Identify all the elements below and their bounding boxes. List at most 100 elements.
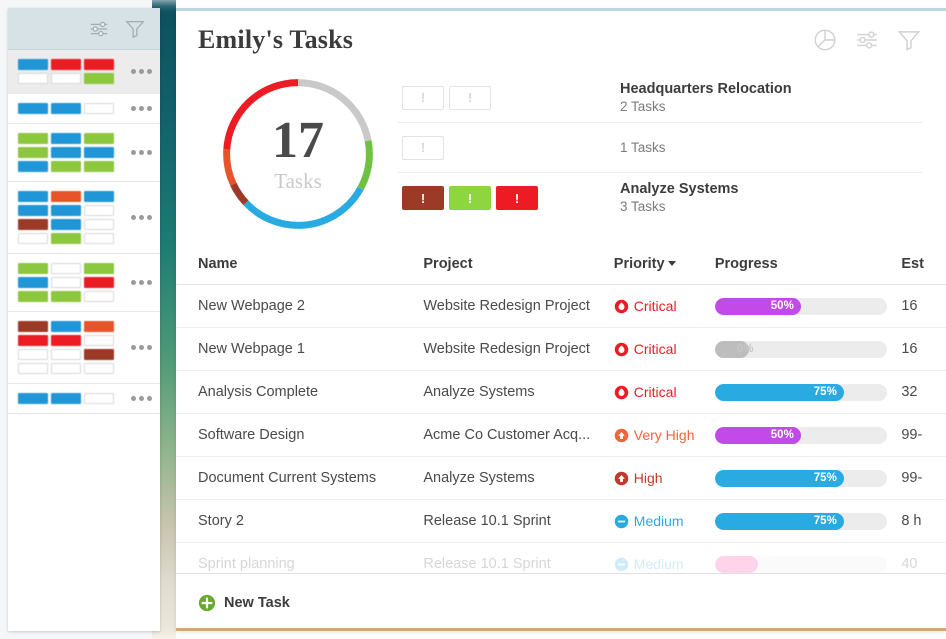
sidebar-color-block <box>51 291 81 302</box>
cell-priority: Medium <box>614 556 715 572</box>
sidebar-color-block <box>84 277 114 288</box>
priority-label: Critical <box>633 341 677 357</box>
sidebar-card-blocks <box>18 59 123 84</box>
dot <box>147 345 152 350</box>
sidebar-color-block <box>51 191 81 202</box>
sidebar-color-block <box>18 335 48 346</box>
sidebar-card[interactable] <box>8 182 160 254</box>
sidebar-card-blocks <box>18 103 123 114</box>
progress-bar-track[interactable]: 0% <box>714 340 887 358</box>
main-header: Emily's Tasks <box>176 11 946 65</box>
progress-percent-label: 75% <box>813 515 837 527</box>
sidebar-card[interactable] <box>8 50 160 94</box>
table-row[interactable]: Story 2 Release 10.1 Sprint Medium 75% 8 h <box>176 500 946 543</box>
cell-project: Analyze Systems <box>423 470 535 486</box>
dot <box>139 396 144 401</box>
progress-percent-label: 50% <box>770 429 794 441</box>
sidebar-color-block <box>18 321 48 332</box>
sidebar-card[interactable] <box>8 312 160 384</box>
sidebar-color-block <box>51 133 81 144</box>
more-options-icon[interactable] <box>123 345 152 350</box>
progress-bar-track[interactable]: 75% <box>714 512 887 530</box>
priority-label: High <box>633 470 663 486</box>
priority-badge[interactable]: ! <box>402 135 444 160</box>
progress-bar-track[interactable]: 50% <box>714 426 887 444</box>
cell-progress: 50% <box>714 297 902 315</box>
more-options-icon[interactable] <box>123 396 152 401</box>
sidebar-color-block <box>84 205 114 216</box>
sidebar-color-block <box>84 349 114 360</box>
cell-name: Software Design <box>198 427 305 443</box>
column-header-label: Est <box>901 255 924 272</box>
sidebar-color-block <box>51 263 81 274</box>
sidebar-color-block <box>18 219 48 230</box>
progress-bar-track[interactable]: 50% <box>714 297 887 315</box>
sidebar-color-block <box>51 205 81 216</box>
pie-chart-icon[interactable] <box>812 27 838 53</box>
table-row[interactable]: New Webpage 2 Website Redesign Project Cri… <box>176 285 946 328</box>
critical-flame-icon <box>614 299 629 314</box>
sidebar-color-block <box>51 147 81 158</box>
progress-bar-track[interactable] <box>714 555 887 573</box>
sidebar-card-blocks <box>18 263 123 302</box>
table-row[interactable]: Document Current Systems Analyze Systems H… <box>176 457 946 500</box>
summary-row[interactable]: !! Headquarters Relocation 2 Tasks <box>398 73 922 123</box>
priority-badge[interactable]: ! <box>402 85 444 110</box>
priority-label: Very High <box>633 427 695 443</box>
summary-row[interactable]: !!! Analyze Systems 3 Tasks <box>398 173 922 223</box>
progress-percent-label: 0% <box>736 343 754 355</box>
priority-badge[interactable]: ! <box>402 186 444 210</box>
sliders-icon[interactable] <box>88 18 110 40</box>
column-header-name[interactable]: Name <box>198 256 423 272</box>
dot <box>139 280 144 285</box>
cell-project: Release 10.1 Sprint <box>423 513 551 529</box>
more-options-icon[interactable] <box>123 215 152 220</box>
exclamation-icon: ! <box>467 190 473 206</box>
column-header-priority[interactable]: Priority <box>614 256 715 272</box>
donut-count: 17 <box>272 111 324 169</box>
sliders-icon[interactable] <box>854 27 880 53</box>
sidebar-color-block <box>84 147 114 158</box>
filter-icon[interactable] <box>124 18 146 40</box>
sidebar-color-block <box>84 335 114 346</box>
table-row[interactable]: Software Design Acme Co Customer Acq... Ve… <box>176 414 946 457</box>
progress-bar-track[interactable]: 75% <box>714 383 887 401</box>
cell-estimate: 32 <box>901 384 918 400</box>
dot <box>139 106 144 111</box>
progress-bar-fill: 0% <box>714 340 753 358</box>
new-task-button[interactable]: New Task <box>198 594 290 612</box>
sidebar-card[interactable] <box>8 124 160 182</box>
progress-bar-track[interactable]: 75% <box>714 469 887 487</box>
summary-row[interactable]: ! 1 Tasks <box>398 123 922 173</box>
sidebar-color-block <box>18 73 48 84</box>
cell-priority: Critical <box>614 341 715 357</box>
exclamation-icon: ! <box>467 90 473 105</box>
cell-name: New Webpage 2 <box>198 298 305 314</box>
sidebar-card-block-row <box>18 205 123 216</box>
more-options-icon[interactable] <box>123 69 152 74</box>
sidebar-color-block <box>18 191 48 202</box>
sidebar-card[interactable] <box>8 384 160 414</box>
more-options-icon[interactable] <box>123 280 152 285</box>
column-header-estimate[interactable]: Est <box>901 256 946 272</box>
priority-label: Critical <box>633 384 677 400</box>
dot <box>131 396 136 401</box>
sidebar-card[interactable] <box>8 254 160 312</box>
column-header-progress[interactable]: Progress <box>715 256 902 272</box>
sidebar-color-block <box>51 277 81 288</box>
filter-icon[interactable] <box>896 27 922 53</box>
priority-badge[interactable]: ! <box>496 186 538 210</box>
priority-badge[interactable]: ! <box>449 85 491 110</box>
sidebar-card-block-row <box>18 219 123 230</box>
sidebar-color-block <box>51 73 81 84</box>
priority-badge[interactable]: ! <box>449 186 491 210</box>
sidebar-card[interactable] <box>8 94 160 124</box>
more-options-icon[interactable] <box>123 106 152 111</box>
table-row[interactable]: New Webpage 1 Website Redesign Project Cri… <box>176 328 946 371</box>
table-row[interactable]: Analysis Complete Analyze Systems Critical… <box>176 371 946 414</box>
priority-tag: High <box>614 470 715 486</box>
dot <box>131 150 136 155</box>
more-options-icon[interactable] <box>123 150 152 155</box>
sort-caret-icon[interactable] <box>667 261 676 267</box>
column-header-project[interactable]: Project <box>423 256 613 272</box>
